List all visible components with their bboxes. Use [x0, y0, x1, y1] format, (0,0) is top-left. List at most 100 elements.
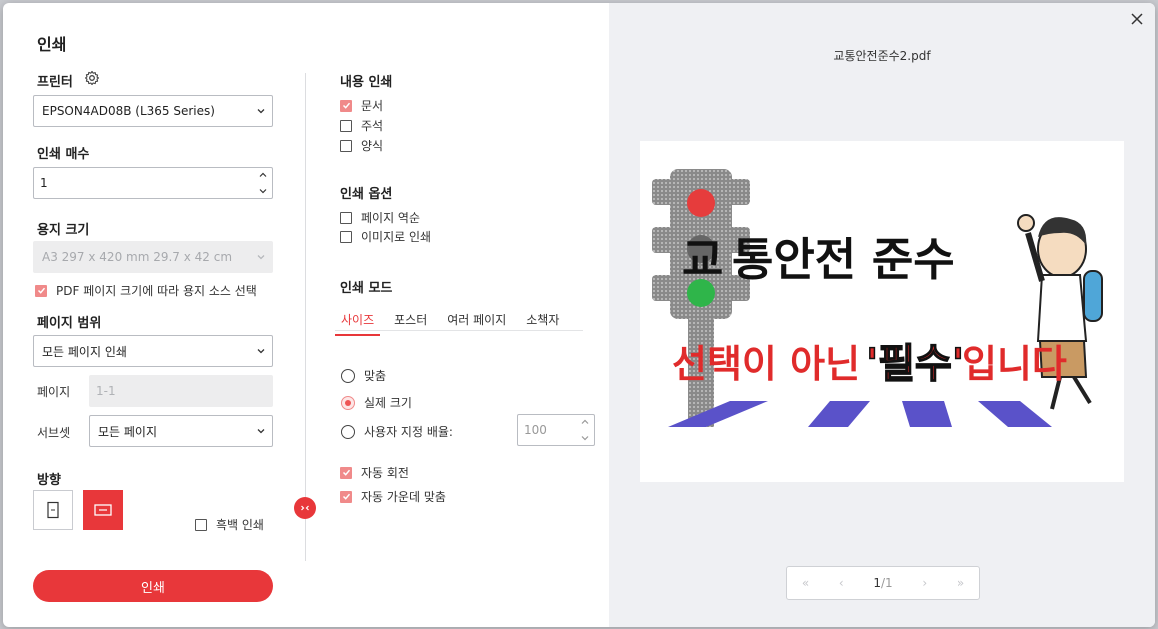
last-page-icon[interactable]: » — [957, 576, 964, 590]
portrait-button[interactable] — [33, 490, 73, 530]
dialog-title: 인쇄 — [37, 35, 67, 54]
page-indicator: 1/1 — [873, 576, 892, 590]
checkbox-unchecked-icon — [340, 139, 352, 152]
landscape-button[interactable] — [83, 490, 123, 530]
printer-label: 프린터 — [37, 75, 73, 90]
column-divider — [305, 73, 306, 561]
subset-select[interactable]: 모든 페이지 — [89, 415, 273, 447]
poster-subline-2: '필수' — [866, 341, 964, 387]
print-mode-label: 인쇄 모드 — [340, 281, 393, 296]
copies-label: 인쇄 매수 — [37, 147, 90, 162]
poster-headline-first: 교 — [682, 233, 723, 286]
traffic-safety-poster-image: 교 통안전 준수 선택이 아닌 '필수' 입니다 — [652, 169, 1103, 427]
pages-input: 1-1 — [89, 375, 273, 407]
printer-settings-gear-icon[interactable] — [84, 70, 100, 86]
print-forms-label: 양식 — [361, 139, 384, 153]
subset-value: 모든 페이지 — [98, 424, 158, 439]
poster-subline-1: 선택이 아닌 — [672, 342, 860, 386]
tab-underline — [335, 330, 583, 331]
page-range-select[interactable]: 모든 페이지 인쇄 — [33, 335, 273, 367]
portrait-page-icon — [47, 501, 59, 519]
print-dialog: 인쇄 프린터 EPSON4AD08B (L365 Series) 인쇄 매수 1… — [3, 3, 1155, 627]
print-as-image-label: 이미지로 인쇄 — [361, 230, 432, 244]
print-as-image-checkbox[interactable]: 이미지로 인쇄 — [340, 228, 431, 245]
paper-size-value: A3 297 x 420 mm 29.7 x 42 cm — [42, 250, 233, 264]
collapse-arrows-icon — [301, 505, 309, 511]
next-page-icon[interactable]: › — [922, 576, 927, 590]
paper-size-select: A3 297 x 420 mm 29.7 x 42 cm — [33, 241, 273, 273]
total-pages: /1 — [880, 576, 893, 590]
print-mode-tabs: 사이즈 포스터 여러 페이지 소책자 — [335, 307, 573, 336]
print-annotations-label: 주석 — [361, 119, 384, 133]
custom-scale-stepper[interactable] — [580, 418, 590, 442]
page-range-label: 페이지 범위 — [37, 316, 102, 331]
auto-paper-source-checkbox[interactable]: PDF 페이지 크기에 따라 용지 소스 선택 — [35, 282, 257, 299]
print-document-checkbox[interactable]: 문서 — [340, 97, 383, 114]
chevron-down-icon — [257, 349, 265, 354]
actual-size-radio[interactable]: 실제 크기 — [341, 394, 412, 411]
print-button[interactable]: 인쇄 — [33, 570, 273, 602]
grayscale-label: 흑백 인쇄 — [216, 518, 264, 532]
reverse-pages-label: 페이지 역순 — [361, 211, 421, 225]
collapse-panel-button[interactable] — [294, 497, 316, 519]
custom-scale-value: 100 — [524, 423, 547, 437]
poster-headline-rest: 통안전 준수 — [732, 233, 955, 286]
checkbox-unchecked-icon — [340, 211, 352, 224]
fit-radio[interactable]: 맞춤 — [341, 367, 386, 384]
checkbox-checked-icon — [340, 490, 352, 503]
options-label: 인쇄 옵션 — [340, 187, 393, 202]
chevron-down-icon[interactable] — [258, 187, 268, 195]
pages-label: 페이지 — [37, 385, 71, 399]
chevron-down-icon — [257, 109, 265, 114]
chevron-down-icon[interactable] — [580, 434, 590, 442]
actual-size-label: 실제 크기 — [364, 396, 412, 410]
page-navigator: « ‹ 1/1 › » — [786, 566, 980, 600]
chevron-up-icon[interactable] — [580, 418, 590, 426]
custom-scale-input[interactable]: 100 — [517, 414, 595, 446]
print-annotations-checkbox[interactable]: 주석 — [340, 117, 383, 134]
tab-multiple-pages[interactable]: 여러 페이지 — [441, 307, 512, 336]
printer-select-value: EPSON4AD08B (L365 Series) — [42, 104, 215, 118]
radio-unchecked-icon — [341, 368, 355, 383]
radio-unchecked-icon — [341, 424, 355, 439]
tab-poster[interactable]: 포스터 — [388, 307, 433, 336]
content-label: 내용 인쇄 — [340, 75, 393, 90]
preview-page: 교 통안전 준수 선택이 아닌 '필수' 입니다 — [640, 141, 1124, 482]
tab-size[interactable]: 사이즈 — [335, 307, 381, 336]
custom-scale-radio[interactable]: 사용자 지정 배율: — [341, 423, 453, 440]
poster-subline-3: 입니다 — [962, 342, 1067, 386]
chevron-up-icon[interactable] — [258, 171, 268, 179]
close-icon[interactable] — [1129, 11, 1145, 27]
checkbox-checked-icon — [340, 99, 352, 112]
auto-center-label: 자동 가운데 맞춤 — [361, 490, 446, 504]
reverse-pages-checkbox[interactable]: 페이지 역순 — [340, 209, 420, 226]
print-forms-checkbox[interactable]: 양식 — [340, 137, 383, 154]
landscape-page-icon — [94, 504, 112, 516]
auto-rotate-label: 자동 회전 — [361, 466, 409, 480]
subset-label: 서브셋 — [37, 426, 71, 440]
checkbox-unchecked-icon — [340, 230, 352, 243]
preview-filename: 교통안전준수2.pdf — [833, 49, 931, 63]
auto-center-checkbox[interactable]: 자동 가운데 맞춤 — [340, 488, 446, 505]
pages-placeholder: 1-1 — [96, 384, 116, 398]
radio-checked-icon — [341, 395, 355, 410]
chevron-down-icon — [257, 255, 265, 260]
auto-paper-source-label: PDF 페이지 크기에 따라 용지 소스 선택 — [56, 284, 257, 298]
first-page-icon[interactable]: « — [802, 576, 809, 590]
copies-value: 1 — [40, 176, 48, 190]
checkbox-unchecked-icon — [195, 518, 207, 531]
copies-stepper[interactable] — [258, 171, 268, 195]
auto-rotate-checkbox[interactable]: 자동 회전 — [340, 464, 409, 481]
checkbox-unchecked-icon — [340, 119, 352, 132]
prev-page-icon[interactable]: ‹ — [839, 576, 844, 590]
checkbox-checked-icon — [340, 466, 352, 479]
paper-size-label: 용지 크기 — [37, 223, 90, 238]
print-document-label: 문서 — [361, 99, 384, 113]
grayscale-checkbox[interactable]: 흑백 인쇄 — [195, 516, 264, 533]
chevron-down-icon — [257, 429, 265, 434]
current-page[interactable]: 1 — [873, 576, 881, 590]
tab-booklet[interactable]: 소책자 — [520, 307, 565, 336]
printer-select[interactable]: EPSON4AD08B (L365 Series) — [33, 95, 273, 127]
copies-input[interactable]: 1 — [33, 167, 273, 199]
preview-pane: 교통안전준수2.pdf 교 통안전 준수 선택이 아닌 '필수' 입니다 « ‹… — [609, 3, 1155, 627]
